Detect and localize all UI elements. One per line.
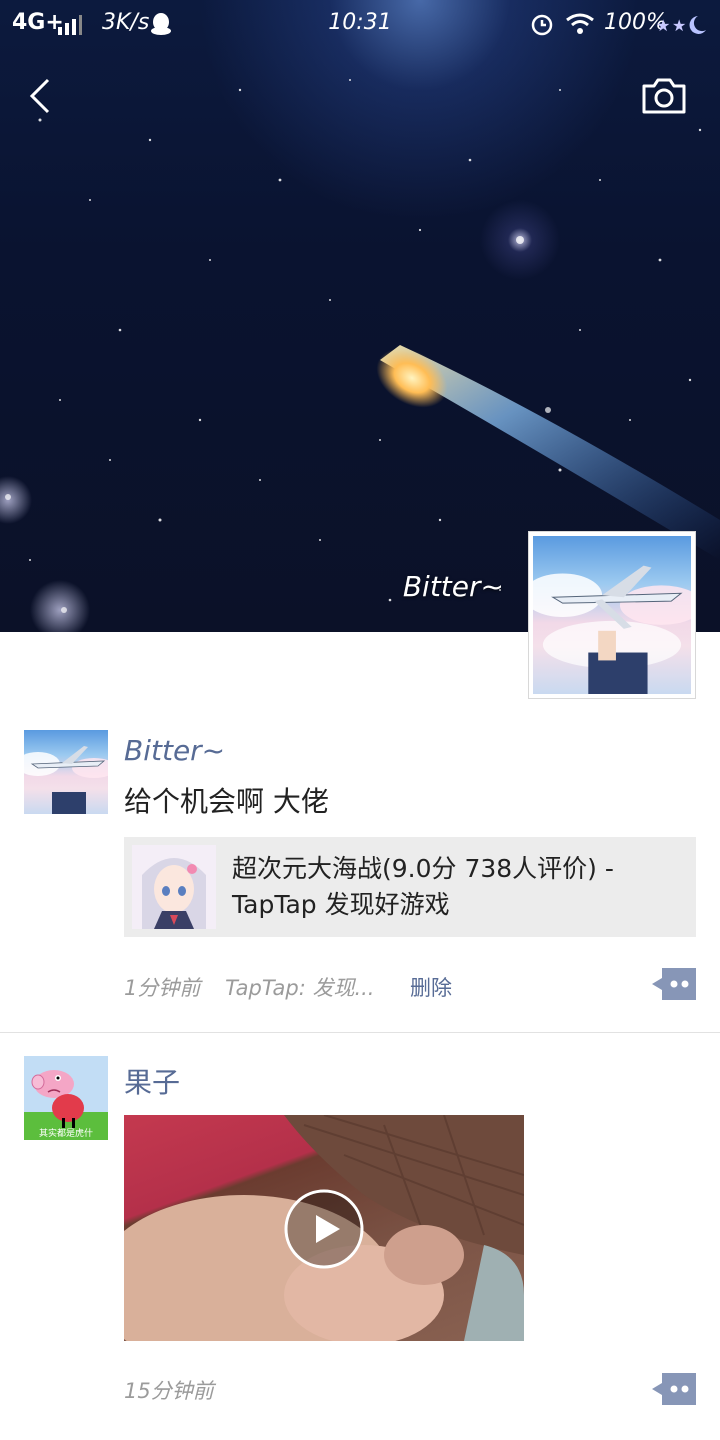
weather-stars-icon: ★ ★ xyxy=(656,16,706,35)
wifi-icon xyxy=(566,13,594,34)
back-chevron-icon[interactable] xyxy=(22,74,62,118)
post-avatar[interactable]: 其实都是虎什 xyxy=(24,1056,108,1140)
status-bar: 4G+ 3K/s 10:31 100% ★ ★ xyxy=(0,0,720,48)
airplane-avatar-image xyxy=(533,536,691,694)
airplane-avatar-image xyxy=(24,730,108,814)
post-meta: 1分钟前 TapTap: 发现... xyxy=(124,972,374,1002)
post-author-name[interactable]: 果子 xyxy=(124,1061,180,1101)
post-author-name[interactable]: Bitter~ xyxy=(124,734,225,767)
post-time: 15分钟前 xyxy=(124,1379,214,1403)
link-thumbnail xyxy=(132,845,216,929)
post-source[interactable]: TapTap: 发现... xyxy=(225,976,374,1000)
post-text: 给个机会啊 大佬 xyxy=(124,785,329,818)
alarm-icon xyxy=(531,14,553,36)
post-avatar[interactable] xyxy=(24,730,108,814)
avatar-caption: 其实都是虎什 xyxy=(38,1129,93,1139)
camera-icon[interactable] xyxy=(640,76,688,116)
post-time: 1分钟前 xyxy=(124,976,201,1000)
comment-more-icon[interactable] xyxy=(652,968,696,1000)
delete-post-button[interactable]: 删除 xyxy=(410,972,452,1002)
video-thumbnail[interactable] xyxy=(124,1115,524,1341)
moment-post: 其实都是虎什 果子 15分钟前 xyxy=(0,1033,720,1440)
cover-username[interactable]: Bitter~ xyxy=(403,570,504,603)
play-icon[interactable] xyxy=(284,1189,364,1269)
link-title: 超次元大海战(9.0分 738人评价) - TapTap 发现好游戏 xyxy=(232,854,614,919)
svg-text:★: ★ xyxy=(672,16,686,35)
svg-text:★: ★ xyxy=(656,16,670,35)
shared-link-card[interactable]: 超次元大海战(9.0分 738人评价) - TapTap 发现好游戏 xyxy=(124,837,696,937)
moment-post: Bitter~ 给个机会啊 大佬 超次元大海战(9.0分 738人评价) - T… xyxy=(0,700,720,1032)
profile-avatar[interactable] xyxy=(528,531,696,699)
comment-more-icon[interactable] xyxy=(652,1373,696,1405)
post-meta: 15分钟前 xyxy=(124,1375,214,1405)
